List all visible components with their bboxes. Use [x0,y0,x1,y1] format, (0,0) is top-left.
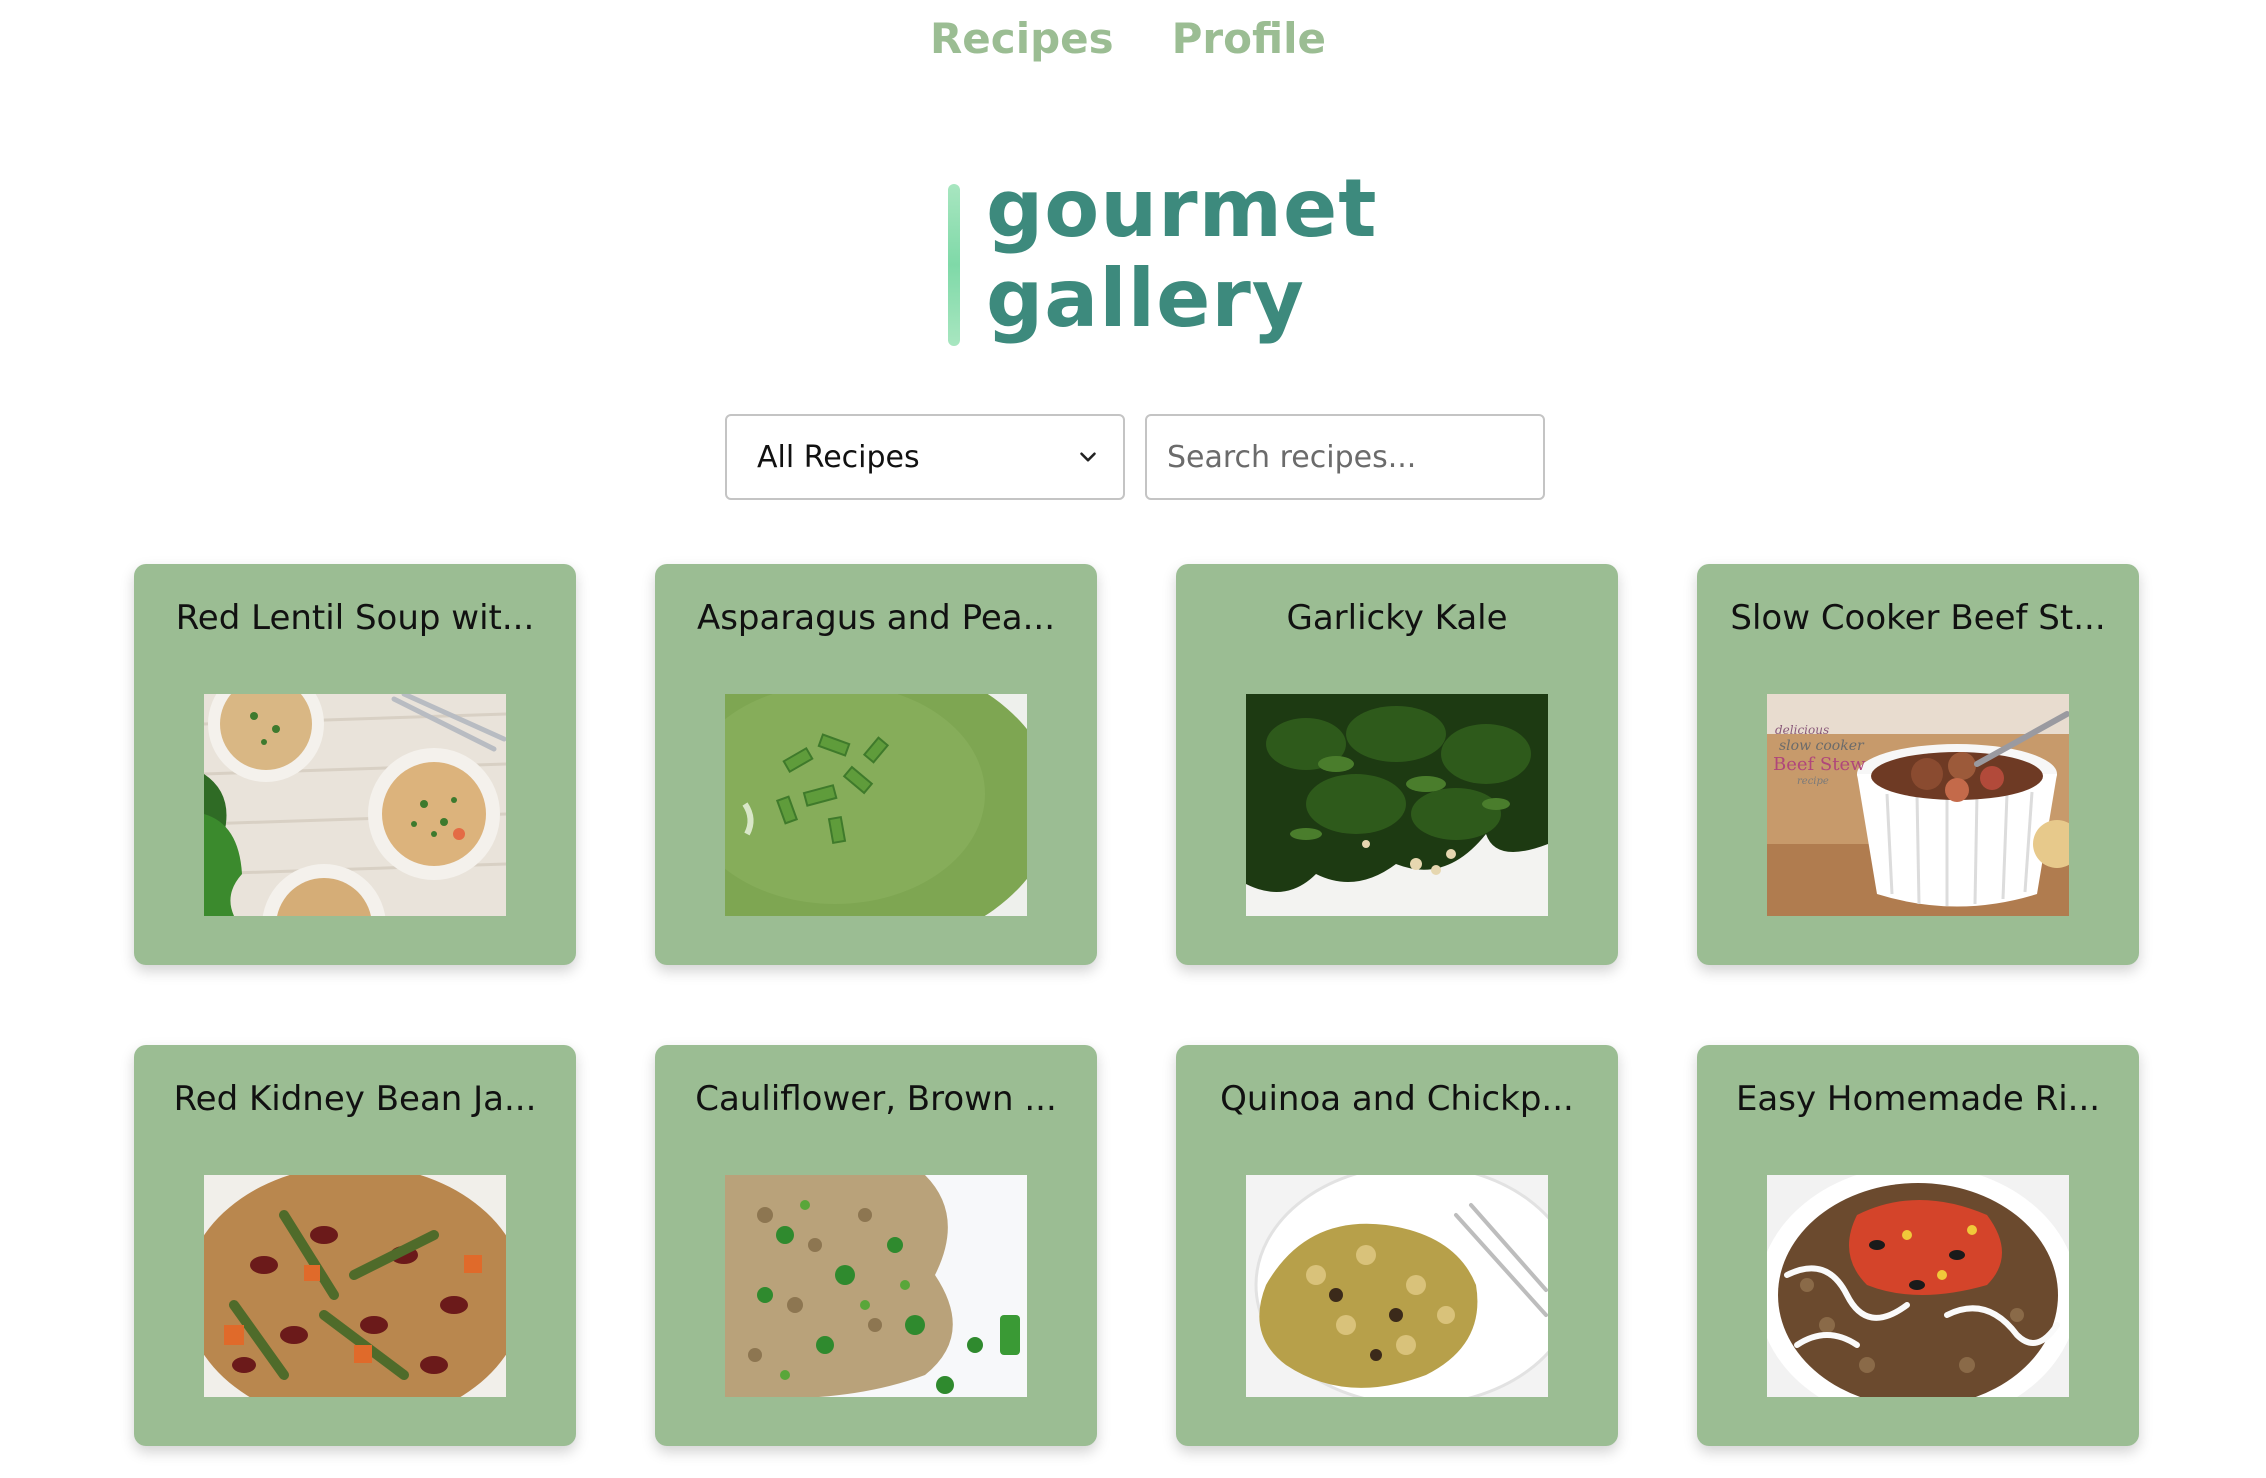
recipe-image [204,1175,506,1397]
top-nav: Recipes Profile [0,14,2266,63]
recipe-title: Red Lentil Soup wit... [175,598,535,638]
site-logo: gourmet gallery [944,164,1377,358]
beef-stew-photo: delicious slow cooker Beef Stew recipe [1767,694,2069,916]
logo-line-2: gallery [986,252,1305,345]
recipe-title: Easy Homemade Ri... [1735,1079,2101,1119]
search-input[interactable] [1145,414,1545,500]
recipe-image: delicious slow cooker Beef Stew recipe [1767,694,2069,916]
recipe-title: Garlicky Kale [1286,598,1508,638]
filter-bar: All Recipes [725,414,1545,500]
recipe-title: Quinoa and Chickp... [1220,1079,1574,1119]
logo-accent-bar [948,184,960,346]
jambalaya-photo [204,1175,506,1397]
chevron-down-icon [1080,452,1096,462]
beef-stew-overlay-3: Beef Stew [1773,754,1866,775]
recipe-title: Cauliflower, Brown ... [695,1079,1057,1119]
recipe-title: Asparagus and Pea... [696,598,1056,638]
recipe-card[interactable]: Quinoa and Chickp... [1176,1045,1618,1446]
kale-photo [1246,694,1548,916]
recipe-image [1767,1175,2069,1397]
recipe-image [1246,694,1548,916]
recipe-image [1246,1175,1548,1397]
recipe-card[interactable]: Red Kidney Bean Ja... [134,1045,576,1446]
nav-recipes-link[interactable]: Recipes [930,14,1114,63]
quinoa-chickpea-photo [1246,1175,1548,1397]
lentil-soup-photo [204,694,506,916]
recipe-card[interactable]: Slow Cooker Beef St... delicious slow co… [1697,564,2139,965]
recipe-card[interactable]: Cauliflower, Brown ... [655,1045,1097,1446]
beef-stew-overlay-2: slow cooker [1779,738,1865,754]
beef-stew-overlay-4: recipe [1797,776,1829,787]
green-soup-photo [725,694,1027,916]
recipe-title: Slow Cooker Beef St... [1730,598,2106,638]
logo-text: gourmet gallery [986,164,1378,344]
recipe-card[interactable]: Asparagus and Pea... [655,564,1097,965]
category-select-value: All Recipes [757,439,920,475]
recipe-card[interactable]: Garlicky Kale [1176,564,1618,965]
beef-stew-overlay-1: delicious [1775,723,1829,737]
cauliflower-rice-photo [725,1175,1027,1397]
recipe-grid: Red Lentil Soup wit... Asparagus and Pea… [134,564,2140,1446]
recipe-title: Red Kidney Bean Ja... [173,1079,537,1119]
recipe-image [725,1175,1027,1397]
recipe-card[interactable]: Red Lentil Soup wit... [134,564,576,965]
nav-profile-link[interactable]: Profile [1172,14,1326,63]
recipe-image [204,694,506,916]
recipe-image [725,694,1027,916]
recipe-card[interactable]: Easy Homemade Ri... [1697,1045,2139,1446]
logo-line-1: gourmet [986,162,1378,255]
rice-bowl-photo [1767,1175,2069,1397]
category-select[interactable]: All Recipes [725,414,1125,500]
